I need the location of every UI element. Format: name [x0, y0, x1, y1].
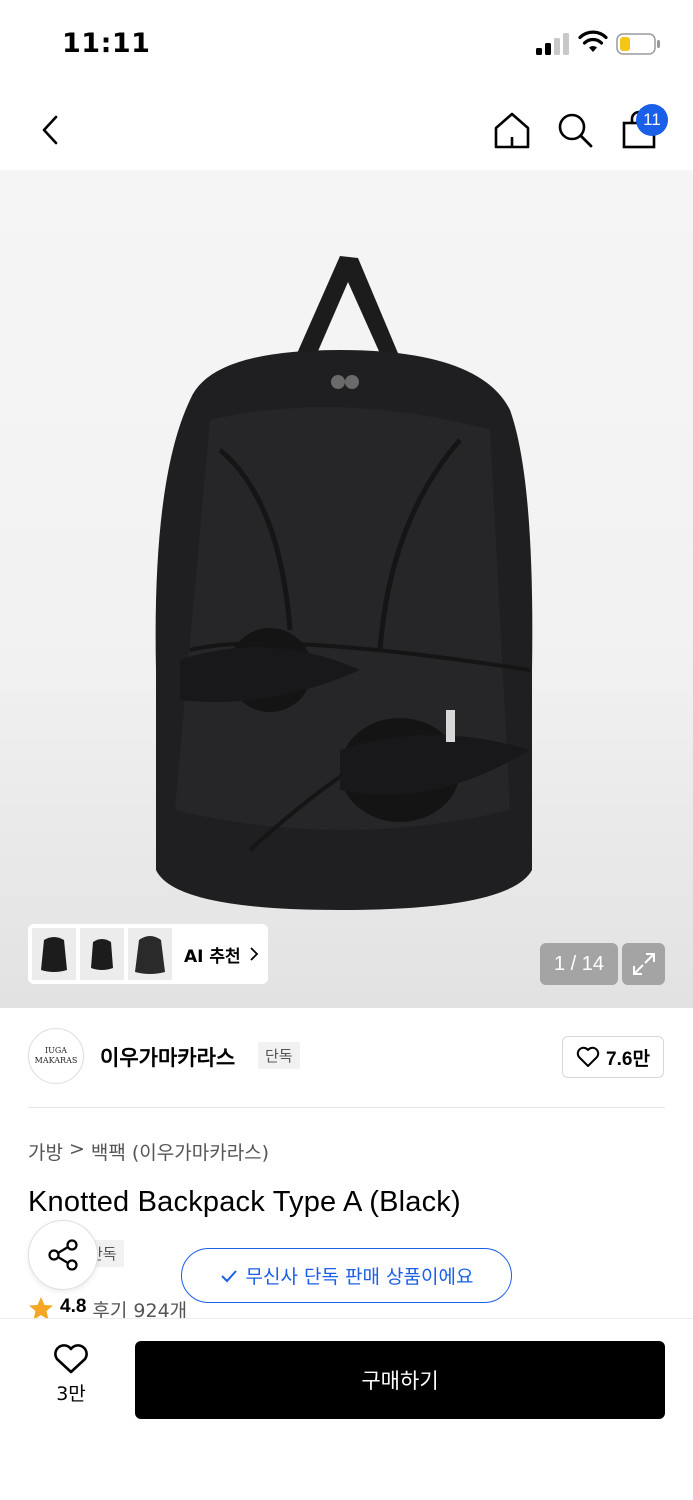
- wishlist-count: 3만: [56, 1383, 86, 1405]
- home-button[interactable]: [490, 108, 534, 152]
- heart-icon: [576, 1046, 600, 1067]
- bottom-action-bar: 3만 구매하기: [0, 1318, 693, 1500]
- breadcrumb-subcategory[interactable]: 백팩 (이우가마카라스): [91, 1138, 269, 1165]
- breadcrumb-category[interactable]: 가방: [28, 1138, 63, 1165]
- image-counter: 1 / 14: [540, 943, 618, 985]
- wishlist-button[interactable]: 3만: [36, 1343, 106, 1419]
- top-nav: [0, 90, 693, 170]
- heart-icon: [54, 1344, 88, 1374]
- exclusive-tag: 단독: [258, 1042, 300, 1069]
- review-count[interactable]: 후기 924개: [92, 1296, 187, 1320]
- exclusive-notice-text: 무신사 단독 판매 상품이에요: [245, 1266, 474, 1288]
- product-image-gallery[interactable]: AI 추천 1 / 14: [0, 170, 693, 1008]
- rating-value: 4.8: [60, 1296, 87, 1317]
- check-icon: [220, 1269, 237, 1282]
- product-title: Knotted Backpack Type A (Black): [28, 1186, 461, 1218]
- thumbnail-backpack-front[interactable]: [32, 928, 76, 980]
- brand-name[interactable]: 이우가마카라스: [100, 1042, 235, 1072]
- breadcrumb-separator: >: [68, 1138, 85, 1160]
- related-thumbnails[interactable]: AI 추천: [28, 924, 268, 984]
- back-icon: [42, 115, 58, 145]
- status-time: 11:11: [62, 28, 151, 59]
- expand-image-button[interactable]: [622, 943, 665, 985]
- ai-recommend-label: AI 추천: [184, 946, 241, 967]
- brand-row[interactable]: IUGA MAKARAS 이우가마카라스 단독 7.6만: [28, 1028, 665, 1086]
- star-icon: [29, 1297, 53, 1320]
- thumbnail-backpack-small[interactable]: [80, 928, 124, 980]
- buy-button[interactable]: 구매하기: [135, 1341, 665, 1419]
- thumbnail-backpack-side[interactable]: [128, 928, 172, 980]
- exclusive-notice: 무신사 단독 판매 상품이에요: [181, 1248, 512, 1303]
- search-icon: [558, 113, 593, 148]
- backpack-product-image: [155, 256, 533, 910]
- home-icon: [494, 112, 530, 149]
- back-button[interactable]: [28, 108, 72, 152]
- status-bar: 11:11: [0, 0, 693, 90]
- brand-like-button[interactable]: 7.6만: [562, 1036, 664, 1078]
- share-icon: [48, 1239, 78, 1271]
- expand-icon: [632, 953, 655, 975]
- breadcrumb: 가방 > 백팩 (이우가마카라스): [28, 1138, 269, 1165]
- rating-row[interactable]: 4.8 후기 924개: [28, 1296, 187, 1320]
- signal-icon: [536, 33, 569, 55]
- brand-like-count: 7.6만: [606, 1048, 650, 1070]
- search-button[interactable]: [553, 108, 597, 152]
- chevron-right-icon: [250, 947, 258, 961]
- divider: [28, 1107, 665, 1108]
- share-button[interactable]: [28, 1220, 98, 1290]
- ai-recommend-link[interactable]: AI 추천: [184, 942, 259, 967]
- brand-logo[interactable]: IUGA MAKARAS: [28, 1028, 84, 1084]
- cart-count-badge: 11: [636, 104, 668, 136]
- wifi-icon: [578, 30, 608, 52]
- battery-icon: [616, 33, 660, 55]
